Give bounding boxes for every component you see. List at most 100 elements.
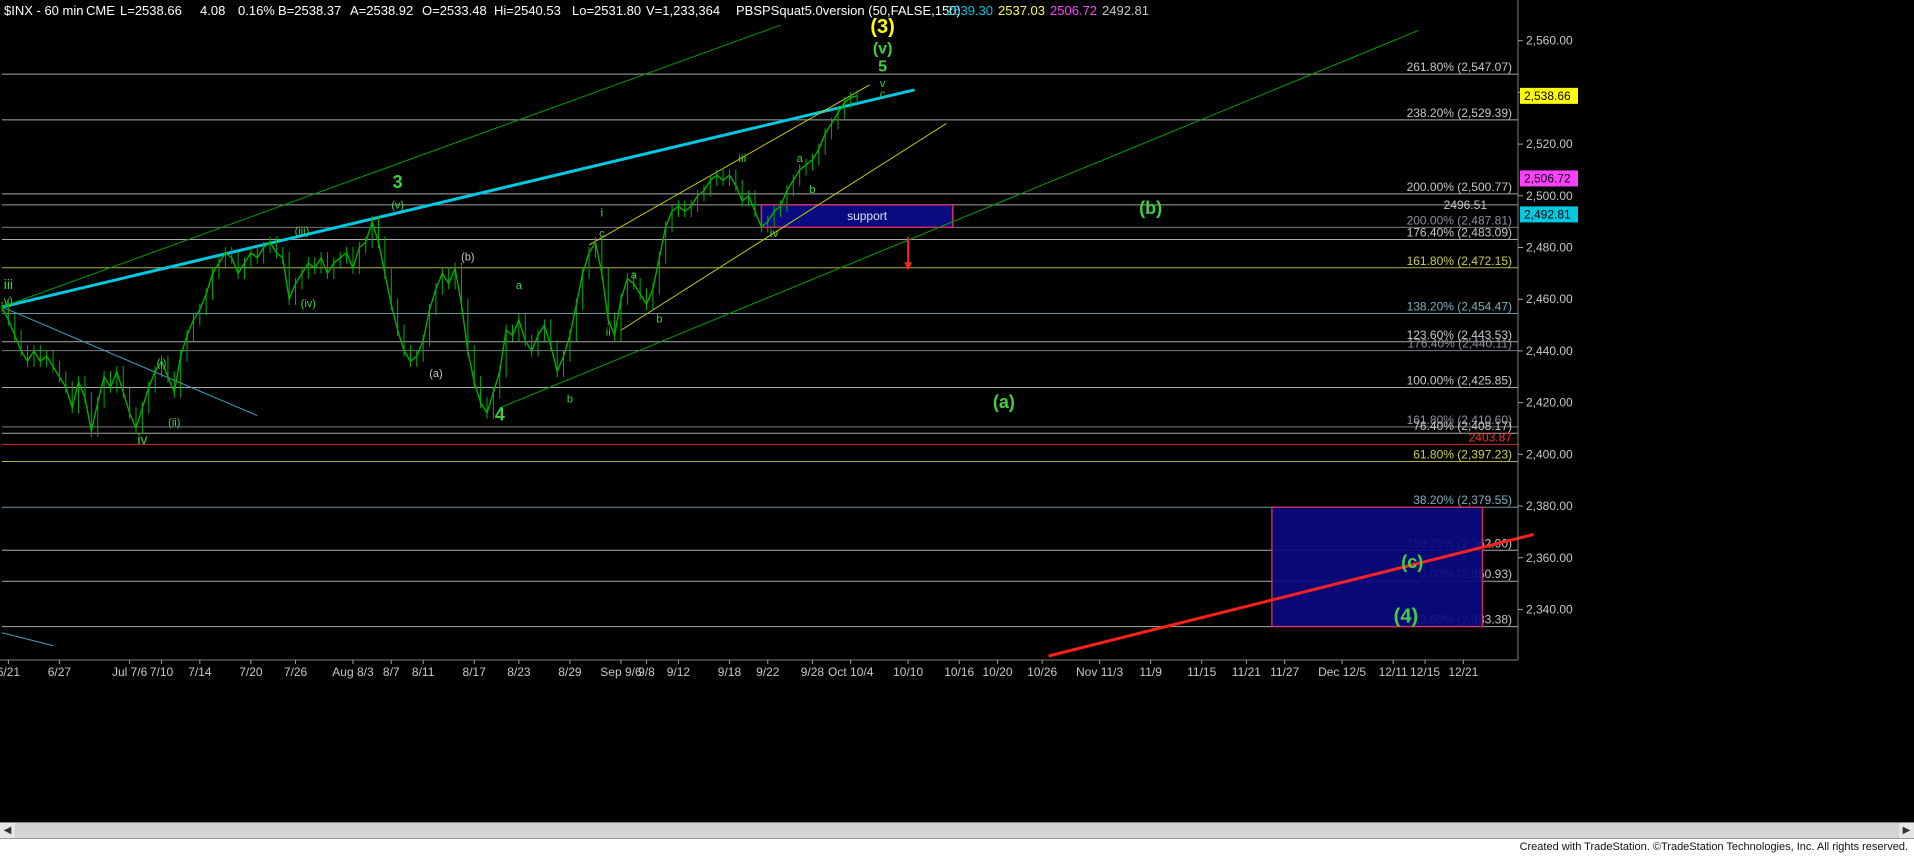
wave-label: (b) (1139, 198, 1162, 218)
time-tick-label: 7/20 (239, 665, 263, 679)
wave-label: a (797, 153, 804, 165)
header-ind-v1: 2539.30 (946, 3, 993, 18)
time-tick-label: 7/10 (150, 665, 174, 679)
wave-label: (c) (1401, 552, 1423, 572)
time-tick-label: 11/21 (1232, 665, 1261, 679)
fib-level-label: 61.80% (2,397.23) (1413, 448, 1512, 462)
wave-label: a (516, 280, 523, 292)
wave-label: (a) (993, 392, 1015, 412)
header-ind-v3: 2506.72 (1050, 3, 1097, 18)
time-tick-label: 8/11 (412, 665, 435, 679)
wave-label: 5 (878, 59, 887, 76)
level-label-2496: 2496.51 (1444, 198, 1488, 212)
time-tick-label: 9/12 (667, 665, 691, 679)
time-tick-label: 9/8 (638, 665, 655, 679)
time-tick-label: 10/10 (893, 665, 923, 679)
chart-background (0, 0, 1914, 822)
fib-level-label: 100.00% (2,425.85) (1407, 374, 1512, 388)
wave-label: (v) (873, 41, 893, 58)
support-label: support (847, 209, 888, 223)
header-exchange: CME (86, 3, 115, 18)
header-ask: A=2538.92 (350, 3, 413, 18)
time-tick-label: 7/14 (188, 665, 212, 679)
price-tick-label: 2,420.00 (1526, 396, 1573, 410)
price-tick-label: 2,480.00 (1526, 241, 1573, 255)
fib-level-label: 176.40% (2,483.09) (1407, 226, 1512, 240)
wave-label: iii (738, 151, 746, 165)
time-tick-label: 8/17 (463, 665, 487, 679)
wave-label: i (601, 205, 604, 219)
price-tag-label: 2,492.81 (1524, 207, 1571, 221)
time-tick-label: Aug 8/3 (332, 665, 374, 679)
price-tag-label: 2,506.72 (1524, 171, 1571, 185)
header-volume: V=1,233,364 (646, 3, 720, 18)
time-tick-label: Nov 11/3 (1076, 665, 1123, 679)
time-tick-label: 9/22 (756, 665, 780, 679)
wave-label: 3 (393, 172, 403, 192)
wave-label: iv (770, 226, 779, 240)
price-tick-label: 2,360.00 (1526, 551, 1573, 565)
time-tick-label: Oct 10/4 (828, 665, 874, 679)
wave-label: iii (4, 276, 13, 292)
time-tick-label: 11/27 (1270, 665, 1299, 679)
header-high: Hi=2540.53 (494, 3, 561, 18)
scroll-right-icon[interactable]: ▶ (1899, 823, 1914, 838)
time-tick-label: Dec 12/5 (1318, 665, 1366, 679)
time-tick-label: 12/11 (1379, 665, 1408, 679)
wave-label: (v) (391, 200, 404, 212)
time-tick-label: 12/21 (1448, 665, 1478, 679)
time-tick-label: 11/15 (1187, 665, 1216, 679)
wave-label: v) (4, 295, 13, 307)
wave-label: (i) (157, 357, 167, 369)
time-tick-label: 8/29 (558, 665, 582, 679)
wave-label: ii (606, 326, 611, 338)
header-symbol: $INX - 60 min (4, 3, 83, 18)
target-box (1271, 506, 1484, 628)
wave-label: (4) (1394, 605, 1418, 627)
header-pct: 0.16% (238, 3, 275, 18)
wave-label: (b) (461, 251, 474, 263)
time-tick-label: 8/7 (383, 665, 400, 679)
wave-label: (ii) (168, 417, 180, 429)
fib-level-label: 176.40% (2,440.11) (1407, 337, 1512, 351)
time-tick-label: 11/9 (1139, 665, 1162, 679)
header-bid: B=2538.37 (278, 3, 341, 18)
header-last: L=2538.66 (120, 3, 182, 18)
footer-credit: Created with TradeStation. ©TradeStation… (1519, 841, 1908, 853)
header-open: O=2533.48 (422, 3, 487, 18)
header-ind-v4: 2492.81 (1102, 3, 1149, 18)
scroll-left-icon[interactable]: ◀ (0, 823, 15, 838)
time-tick-label: 6/21 (0, 665, 20, 679)
time-tick-label: Jul 7/6 (112, 665, 148, 679)
wave-label: a (631, 270, 638, 282)
wave-label: iv (137, 431, 147, 447)
price-tick-label: 2,560.00 (1526, 34, 1573, 48)
time-tick-label: 9/18 (718, 665, 742, 679)
time-tick-label: 12/15 (1410, 665, 1440, 679)
price-tag-label: 2,538.66 (1524, 89, 1571, 103)
price-tick-label: 2,440.00 (1526, 344, 1573, 358)
price-chart[interactable]: $INX - 60 min CME L=2538.66 4.08 0.16% B… (0, 0, 1914, 822)
time-tick-label: Sep 9/6 (600, 665, 642, 679)
time-tick-label: 10/16 (944, 665, 974, 679)
wave-label: c (880, 89, 886, 101)
horizontal-scrollbar[interactable]: ◀ ▶ (0, 822, 1914, 838)
price-tick-label: 2,520.00 (1526, 137, 1573, 151)
time-tick-label: 8/23 (507, 665, 531, 679)
wave-label: b (656, 313, 662, 325)
fib-level-label: 2403.87 (1469, 430, 1513, 444)
fib-level-label: 138.20% (2,454.47) (1407, 300, 1512, 314)
price-tick-label: 2,460.00 (1526, 292, 1573, 306)
time-tick-label: 10/20 (982, 665, 1012, 679)
time-tick-label: 9/28 (801, 665, 825, 679)
time-tick-label: 6/27 (48, 665, 72, 679)
price-tick-label: 2,340.00 (1526, 602, 1573, 616)
price-tick-label: 2,380.00 (1526, 499, 1573, 513)
header-ind-v2: 2537.03 (998, 3, 1045, 18)
fib-level-label: 200.00% (2,500.77) (1407, 180, 1512, 194)
wave-label: 4 (495, 405, 505, 425)
header-indicator: PBSPSquat5.0version (50,FALSE,150) (736, 3, 961, 18)
header-low: Lo=2531.80 (572, 3, 641, 18)
price-tick-label: 2,500.00 (1526, 189, 1573, 203)
fib-level-label: 161.80% (2,472.15) (1407, 254, 1512, 268)
